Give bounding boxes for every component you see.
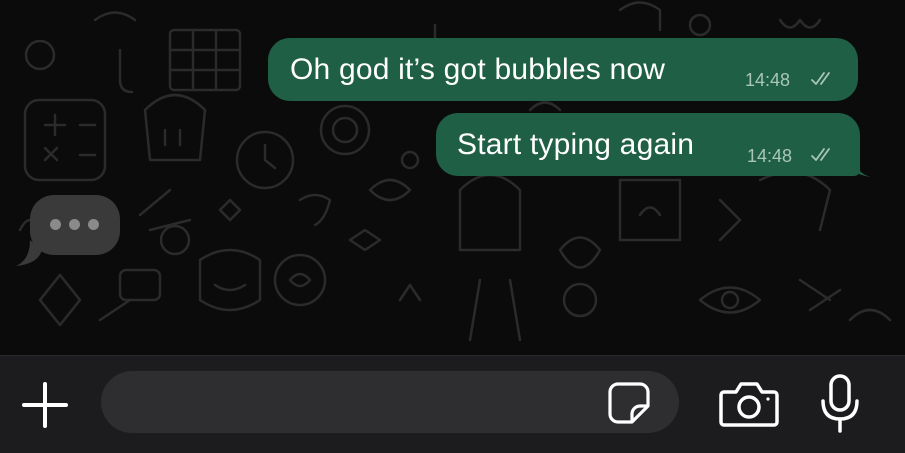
outgoing-message[interactable]: Oh god it’s got bubbles now 14:48 xyxy=(268,38,858,101)
typing-dots-icon xyxy=(69,219,80,230)
sticker-icon[interactable] xyxy=(606,380,652,426)
typing-dots-icon xyxy=(88,219,99,230)
microphone-icon[interactable] xyxy=(815,373,865,435)
message-time: 14:48 xyxy=(745,70,791,90)
typing-dots-icon xyxy=(50,219,61,230)
double-check-icon xyxy=(811,72,830,85)
message-text: Oh god it’s got bubbles now xyxy=(290,53,666,86)
bubble-tail xyxy=(843,158,871,177)
camera-icon[interactable] xyxy=(718,378,780,430)
chat-area: Oh god it’s got bubbles now 14:48 Start … xyxy=(0,0,905,355)
double-check-icon xyxy=(811,148,830,161)
composer-bar xyxy=(0,355,905,453)
message-time: 14:48 xyxy=(747,146,793,166)
outgoing-message[interactable]: Start typing again 14:48 xyxy=(436,113,860,176)
typing-bubble-tail xyxy=(16,240,42,266)
message-text: Start typing again xyxy=(457,128,695,161)
message-input[interactable] xyxy=(101,371,679,433)
plus-icon[interactable] xyxy=(18,378,72,432)
